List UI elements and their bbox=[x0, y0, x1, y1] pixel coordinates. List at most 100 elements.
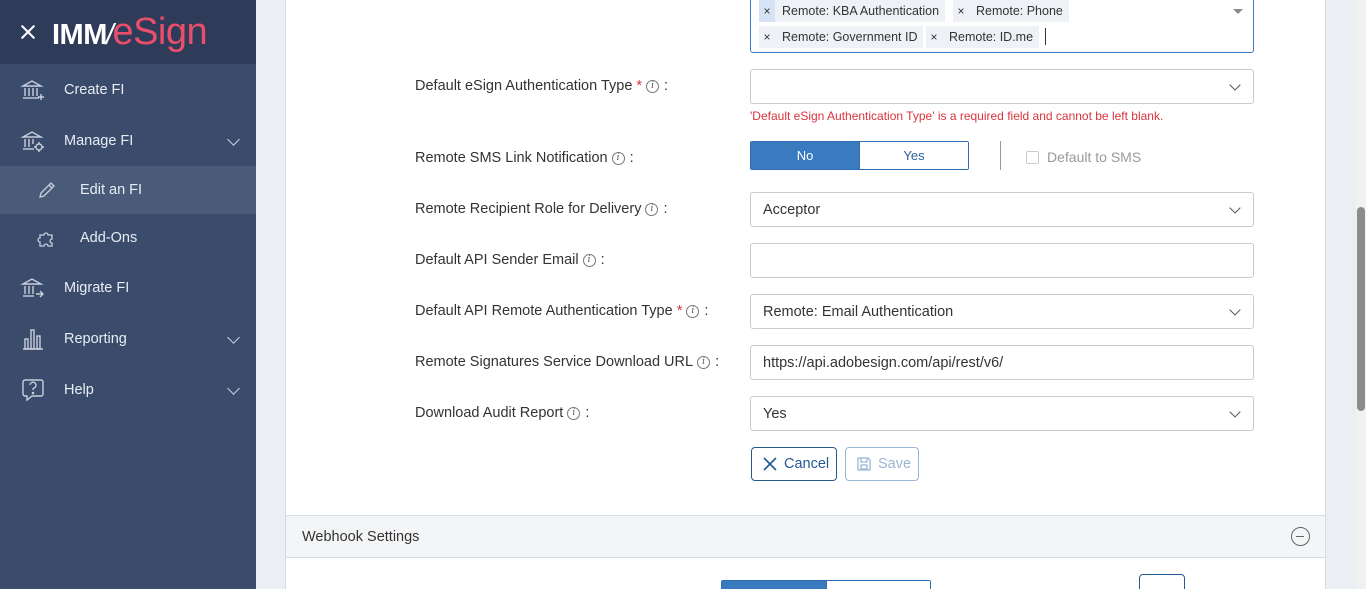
close-icon[interactable] bbox=[18, 22, 38, 42]
info-icon[interactable]: i bbox=[567, 406, 581, 420]
bar-chart-icon bbox=[20, 326, 46, 352]
recipient-role-select[interactable]: Acceptor bbox=[750, 192, 1254, 227]
sidebar-item-help[interactable]: Help bbox=[0, 364, 256, 415]
info-icon[interactable]: i bbox=[611, 151, 625, 165]
label-colon: : bbox=[715, 354, 720, 370]
label-colon: : bbox=[600, 252, 605, 268]
label-text: Default API Sender Email bbox=[415, 252, 579, 268]
audit-report-label: Download Audit Report i : bbox=[415, 405, 589, 421]
save-button[interactable]: Save bbox=[845, 447, 919, 481]
required-mark: * bbox=[676, 303, 683, 319]
sidebar-header: IMM / eSign bbox=[0, 0, 256, 64]
label-text: Remote SMS Link Notification bbox=[415, 150, 608, 166]
sidebar-item-create-fi[interactable]: Create FI bbox=[0, 64, 256, 115]
sidebar-item-reporting[interactable]: Reporting bbox=[0, 313, 256, 364]
sidebar-item-label: Migrate FI bbox=[64, 279, 130, 296]
sidebar-item-label: Edit an FI bbox=[80, 182, 143, 198]
api-sender-email-label: Default API Sender Email i : bbox=[415, 252, 605, 268]
required-mark: * bbox=[636, 78, 643, 94]
divider bbox=[1000, 141, 1001, 170]
info-icon[interactable]: i bbox=[697, 355, 711, 369]
label-text: Download Audit Report bbox=[415, 405, 564, 421]
bank-arrow-icon bbox=[20, 275, 46, 301]
auth-tag-label: Remote: KBA Authentication bbox=[782, 4, 940, 18]
section-title: Webhook Settings bbox=[302, 528, 420, 545]
scrollbar-thumb[interactable] bbox=[1357, 207, 1365, 411]
remove-tag-icon[interactable]: × bbox=[759, 0, 775, 22]
input-value: https://api.adobesign.com/api/rest/v6/ bbox=[763, 354, 1004, 371]
toggle-option-off[interactable] bbox=[826, 581, 930, 589]
auth-tag: × Remote: ID.me bbox=[926, 26, 1040, 48]
toggle-option-on[interactable] bbox=[722, 581, 826, 589]
label-text: Remote Recipient Role for Delivery bbox=[415, 201, 642, 217]
info-icon[interactable]: i bbox=[686, 304, 700, 318]
delete-webhook-button[interactable] bbox=[1139, 574, 1185, 589]
auth-tag-label: Remote: Phone bbox=[976, 4, 1063, 18]
main-content: × Remote: KBA Authentication × Remote: P… bbox=[256, 0, 1356, 589]
auth-tag: × Remote: Government ID bbox=[759, 26, 924, 48]
sidebar-item-manage-fi[interactable]: Manage FI bbox=[0, 115, 256, 166]
label-text: Default API Remote Authentication Type bbox=[415, 303, 673, 319]
webhook-settings-header[interactable]: Webhook Settings bbox=[285, 515, 1326, 558]
text-cursor bbox=[1045, 28, 1046, 45]
chevron-down-icon bbox=[227, 382, 240, 395]
default-to-sms-checkbox[interactable]: Default to SMS bbox=[1026, 149, 1141, 165]
sidebar-item-label: Help bbox=[64, 381, 94, 398]
chevron-down-icon bbox=[1229, 304, 1241, 316]
checkbox-box[interactable] bbox=[1026, 150, 1039, 164]
label-text: Default eSign Authentication Type bbox=[415, 78, 633, 94]
remove-tag-icon[interactable]: × bbox=[926, 26, 942, 48]
remove-tag-icon[interactable]: × bbox=[759, 26, 775, 48]
sidebar-item-migrate-fi[interactable]: Migrate FI bbox=[0, 262, 256, 313]
chevron-down-icon bbox=[227, 331, 240, 344]
auth-tag-label: Remote: Government ID bbox=[782, 30, 918, 44]
auth-tag: × Remote: Phone bbox=[953, 0, 1069, 22]
sidebar-item-label: Add-Ons bbox=[80, 230, 138, 246]
auth-tag-label: Remote: ID.me bbox=[949, 30, 1034, 44]
chevron-down-icon bbox=[1229, 406, 1241, 418]
sidebar-subitem-add-ons[interactable]: Add-Ons bbox=[0, 214, 256, 262]
default-esign-auth-select[interactable] bbox=[750, 69, 1254, 104]
pencil-icon bbox=[37, 179, 59, 201]
dropdown-arrow-icon[interactable] bbox=[1233, 9, 1243, 14]
puzzle-icon bbox=[37, 227, 59, 249]
authentication-types-multiselect[interactable]: × Remote: KBA Authentication × Remote: P… bbox=[750, 0, 1254, 53]
remove-tag-icon[interactable]: × bbox=[953, 0, 969, 22]
default-esign-auth-label: Default eSign Authentication Type * i : bbox=[415, 78, 668, 94]
info-icon[interactable]: i bbox=[645, 202, 659, 216]
download-url-input[interactable]: https://api.adobesign.com/api/rest/v6/ bbox=[750, 345, 1254, 380]
label-colon: : bbox=[585, 405, 590, 421]
app-logo[interactable]: IMM / eSign bbox=[52, 10, 208, 54]
checkbox-label: Default to SMS bbox=[1047, 149, 1142, 165]
sms-link-yes-button[interactable]: Yes bbox=[859, 142, 968, 169]
sidebar: IMM / eSign Create FI Manage FI Edit an … bbox=[0, 0, 256, 589]
label-colon: : bbox=[663, 201, 668, 217]
audit-report-select[interactable]: Yes bbox=[750, 396, 1254, 431]
api-remote-auth-label: Default API Remote Authentication Type *… bbox=[415, 303, 708, 319]
settings-card: × Remote: KBA Authentication × Remote: P… bbox=[285, 0, 1326, 516]
info-icon[interactable]: i bbox=[646, 79, 660, 93]
info-icon[interactable]: i bbox=[582, 253, 596, 267]
label-colon: : bbox=[664, 78, 669, 94]
sidebar-subitem-edit-fi[interactable]: Edit an FI bbox=[0, 166, 256, 214]
logo-text-esign: eSign bbox=[112, 10, 208, 53]
auth-tag: × Remote: KBA Authentication bbox=[759, 0, 946, 22]
recipient-role-label: Remote Recipient Role for Delivery i : bbox=[415, 201, 667, 217]
logo-text-imm: IMM bbox=[52, 18, 107, 51]
cancel-button[interactable]: Cancel bbox=[751, 447, 837, 481]
collapse-icon[interactable] bbox=[1291, 527, 1310, 546]
close-icon bbox=[762, 456, 778, 472]
select-value: Acceptor bbox=[763, 201, 821, 218]
api-remote-auth-select[interactable]: Remote: Email Authentication bbox=[750, 294, 1254, 329]
webhook-settings-body bbox=[285, 558, 1326, 589]
button-label: Cancel bbox=[784, 456, 830, 472]
webhook-status-toggle[interactable] bbox=[721, 580, 931, 589]
scrollbar[interactable] bbox=[1356, 0, 1366, 589]
api-sender-email-input[interactable] bbox=[750, 243, 1254, 278]
sms-link-toggle: No Yes bbox=[750, 141, 969, 170]
button-label: Save bbox=[878, 456, 912, 472]
save-icon bbox=[856, 456, 872, 472]
default-esign-auth-error: 'Default eSign Authentication Type' is a… bbox=[750, 109, 1164, 123]
sms-link-no-button[interactable]: No bbox=[751, 142, 859, 169]
chevron-down-icon bbox=[1229, 202, 1241, 214]
